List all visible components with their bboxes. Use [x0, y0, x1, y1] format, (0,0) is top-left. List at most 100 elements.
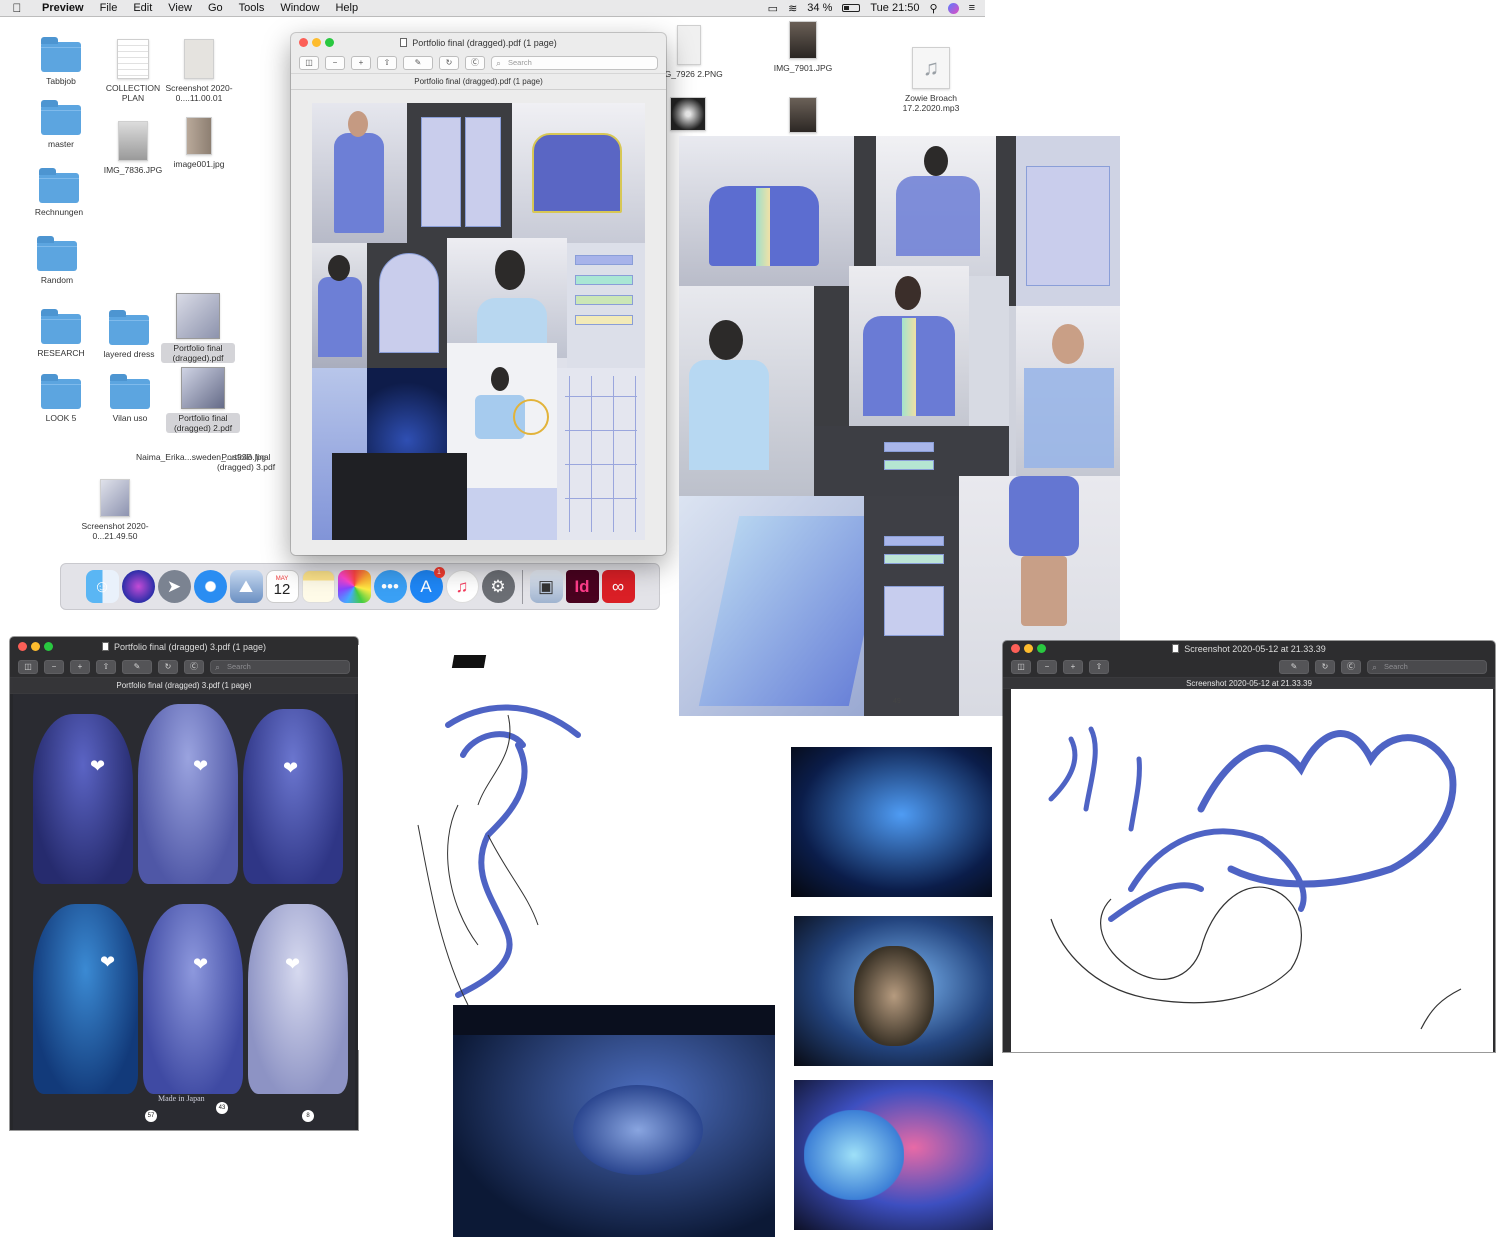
sidebar-toggle-icon[interactable]: ◫ — [299, 55, 319, 70]
annotate-icon[interactable]: Ⓒ — [465, 55, 485, 70]
image-thumbnail — [118, 121, 148, 161]
markup-pen-icon[interactable]: ✎ — [403, 55, 433, 70]
photos-icon[interactable] — [337, 570, 371, 603]
close-icon[interactable] — [1011, 644, 1020, 653]
airplay-icon[interactable]: ▭ — [768, 2, 778, 15]
apple-menu-icon[interactable]:  — [0, 1, 34, 15]
desktop-folder-tabbjob[interactable]: Tabbjob — [24, 37, 98, 86]
window-titlebar[interactable]: Screenshot 2020-05-12 at 21.33.39 — [1003, 641, 1495, 656]
desktop-file-screenshot-1[interactable]: Screenshot 2020-0....11.00.01 — [162, 39, 236, 103]
desktop-folder-research[interactable]: RESEARCH — [24, 309, 98, 358]
rotate-icon[interactable]: ↻ — [1315, 659, 1335, 674]
search-input[interactable]: Search — [1367, 659, 1487, 674]
preview-app-icon[interactable]: ⛰ — [229, 570, 263, 603]
zoom-in-icon[interactable]: + — [351, 55, 371, 70]
desktop-file-zowie-broach[interactable]: ♫ Zowie Broach 17.2.2020.mp3 — [894, 47, 968, 113]
minimize-icon[interactable] — [1024, 644, 1033, 653]
annotate-icon[interactable]: Ⓒ — [1341, 659, 1361, 674]
menu-help[interactable]: Help — [327, 2, 366, 14]
search-input[interactable]: Search — [491, 55, 658, 70]
battery-icon[interactable] — [842, 4, 861, 12]
annotate-icon[interactable]: Ⓒ — [184, 659, 204, 674]
notes-icon[interactable] — [301, 570, 335, 603]
siri-icon[interactable] — [121, 570, 155, 603]
share-icon[interactable]: ⇧ — [1089, 659, 1109, 674]
desktop-folder-layered-dress[interactable]: layered dress — [92, 310, 166, 359]
share-icon[interactable]: ⇧ — [377, 55, 397, 70]
desktop-folder-look5[interactable]: LOOK 5 — [24, 374, 98, 423]
preview-icon[interactable]: ▣ — [529, 570, 563, 603]
sidebar-toggle-icon[interactable]: ◫ — [18, 659, 38, 674]
system-preferences-icon[interactable]: ⚙ — [481, 570, 515, 603]
creative-cloud-icon[interactable]: ∞ — [601, 570, 635, 603]
desktop-folder-random[interactable]: Random — [20, 236, 94, 285]
menu-tools[interactable]: Tools — [231, 2, 273, 14]
menu-view[interactable]: View — [160, 2, 200, 14]
desktop-file-portfolio-dragged-2[interactable]: Portfolio final (dragged) 2.pdf — [166, 367, 240, 433]
app-store-icon[interactable]: A1 — [409, 567, 445, 603]
folder-icon — [110, 374, 150, 409]
desktop-file-portfolio-dragged-3[interactable]: Portfolio final (dragged) 3.pdf — [206, 448, 286, 472]
document-view[interactable] — [291, 90, 666, 555]
zoom-in-icon[interactable]: + — [1063, 659, 1083, 674]
markup-pen-icon[interactable]: ✎ — [122, 659, 152, 674]
window-titlebar[interactable]: Portfolio final (dragged) 3.pdf (1 page) — [10, 637, 358, 656]
preview-window-portfolio[interactable]: Portfolio final (dragged).pdf (1 page) ◫… — [291, 33, 666, 555]
indesign-icon[interactable]: Id — [565, 570, 599, 603]
window-titlebar[interactable]: Portfolio final (dragged).pdf (1 page) — [291, 33, 666, 52]
finder-icon[interactable]: ☺ — [85, 570, 119, 603]
markup-pen-icon[interactable]: ✎ — [1279, 659, 1309, 674]
preview-window-dresses[interactable]: Portfolio final (dragged) 3.pdf (1 page)… — [10, 637, 358, 1130]
desktop-file-portfolio-dragged[interactable]: Portfolio final (dragged).pdf — [161, 293, 235, 363]
desktop-folder-rechnungen[interactable]: Rechnungen — [22, 168, 96, 217]
spotlight-icon[interactable]: ⚲ — [930, 2, 938, 15]
menubar-clock[interactable]: Tue 21:50 — [870, 2, 919, 14]
safari-icon[interactable] — [193, 570, 227, 603]
desktop-image-thumbnail[interactable] — [789, 97, 817, 133]
fullscreen-icon[interactable] — [44, 642, 53, 651]
wifi-icon[interactable]: ≋ — [788, 2, 797, 15]
minimize-icon[interactable] — [31, 642, 40, 651]
pdf-document-icon — [400, 38, 408, 47]
launchpad-icon[interactable]: ➤ — [157, 570, 191, 603]
desktop-image-thumbnail[interactable] — [670, 97, 706, 131]
music-icon[interactable]: ♫ — [445, 570, 479, 603]
zoom-out-icon[interactable]: − — [325, 55, 345, 70]
desktop-file-img7836[interactable]: IMG_7836.JPG — [96, 121, 170, 175]
messages-icon[interactable]: ••• — [373, 570, 407, 603]
document-view[interactable]: ❤ ❤ ❤ ❤ ❤ ❤ Made in Japan 57 43 8 — [10, 694, 358, 1130]
photo-top-band — [453, 1005, 775, 1035]
desktop-folder-vilan-uso[interactable]: Vilan uso — [93, 374, 167, 423]
share-icon[interactable]: ⇧ — [96, 659, 116, 674]
desktop-file-image001[interactable]: image001.jpg — [162, 117, 236, 169]
fullscreen-icon[interactable] — [1037, 644, 1046, 653]
menu-edit[interactable]: Edit — [125, 2, 160, 14]
notification-center-icon[interactable]: ≡ — [969, 2, 975, 14]
close-icon[interactable] — [299, 38, 308, 47]
jacket-placket — [756, 188, 770, 266]
minimize-icon[interactable] — [312, 38, 321, 47]
siri-icon[interactable] — [947, 2, 959, 14]
pattern-piece — [884, 586, 944, 636]
menu-window[interactable]: Window — [272, 2, 327, 14]
menu-go[interactable]: Go — [200, 2, 231, 14]
menu-file[interactable]: File — [92, 2, 126, 14]
search-input[interactable]: Search — [210, 659, 350, 674]
zoom-out-icon[interactable]: − — [44, 659, 64, 674]
desktop-folder-master[interactable]: master — [24, 100, 98, 149]
menu-app-preview[interactable]: Preview — [34, 2, 92, 14]
desktop-file-img7901[interactable]: IMG_7901.JPG — [766, 21, 840, 73]
preview-window-screenshot[interactable]: Screenshot 2020-05-12 at 21.33.39 ◫ − + … — [1003, 641, 1495, 1052]
sidebar-toggle-icon[interactable]: ◫ — [1011, 659, 1031, 674]
desktop-file-collection-plan[interactable]: COLLECTION PLAN — [96, 39, 170, 103]
zoom-out-icon[interactable]: − — [1037, 659, 1057, 674]
rotate-icon[interactable]: ↻ — [439, 55, 459, 70]
image-thumbnail — [186, 117, 212, 155]
close-icon[interactable] — [18, 642, 27, 651]
desktop-file-screenshot-2[interactable]: Screenshot 2020-0...21.49.50 — [78, 479, 152, 541]
rotate-icon[interactable]: ↻ — [158, 659, 178, 674]
calendar-icon[interactable]: MAY 12 — [265, 570, 299, 603]
fullscreen-icon[interactable] — [325, 38, 334, 47]
zoom-in-icon[interactable]: + — [70, 659, 90, 674]
document-view[interactable] — [1011, 689, 1493, 1052]
